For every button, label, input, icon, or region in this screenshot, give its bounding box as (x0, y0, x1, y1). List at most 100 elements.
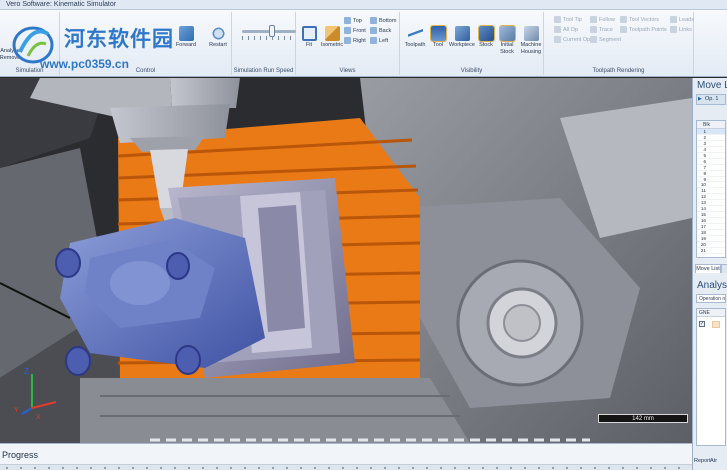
tab-attributes[interactable]: Atr (710, 458, 717, 464)
progress-tick (594, 467, 596, 469)
progress-tick (440, 467, 442, 469)
toolpath-points-icon (620, 26, 627, 33)
tab-move-list[interactable]: Move List (695, 264, 721, 273)
workpiece-button[interactable]: Workpiece (448, 26, 476, 49)
tab-report[interactable]: Report (694, 458, 711, 464)
view-front-button[interactable]: Front (344, 27, 366, 35)
move-list-table: Blk 1 2 3 4 5 6 7 8 9 10 11 12 13 14 15 16 17 18 19 20 21 (696, 120, 726, 258)
analysis-header: GNE (697, 309, 725, 317)
progress-label: Progress (2, 450, 39, 460)
all-op-button[interactable]: All Op (554, 26, 578, 34)
initial-stock-icon (498, 25, 516, 42)
tool-tip-button[interactable]: Tool Tip (554, 16, 582, 24)
workpiece-icon (454, 26, 470, 41)
operation-selector[interactable]: Op. 1 (696, 94, 726, 105)
trace-button[interactable]: Trace (590, 26, 613, 34)
isometric-icon (324, 26, 340, 41)
machine-scene: Z Y X (0, 78, 692, 443)
follow-button[interactable]: Follow (590, 16, 615, 24)
progress-tick (370, 467, 372, 469)
group-label-rendering: Toolpath Rendering (592, 68, 645, 74)
progress-tick (118, 467, 120, 469)
analysis-color-swatch (712, 321, 720, 328)
analysis-checkbox[interactable]: ✓ (699, 321, 705, 327)
progress-tick (398, 467, 400, 469)
tool-vectors-button[interactable]: Tool Vectors (620, 16, 659, 24)
view-right-button[interactable]: Right (344, 37, 366, 45)
scale-bar-label: 142 mm (632, 416, 654, 422)
machine-housing-icon (523, 26, 539, 41)
progress-track (0, 464, 692, 470)
progress-tick (496, 467, 498, 469)
toolpath-button[interactable]: Toolpath (402, 26, 428, 49)
title-bar: Vero Software: Kinematic Simulator (0, 0, 727, 10)
progress-tick (160, 467, 162, 469)
toolpath-points-button[interactable]: Toolpath Points (620, 26, 667, 34)
progress-tick (272, 467, 274, 469)
view-left-button[interactable]: Left (370, 37, 388, 45)
forward-button[interactable]: Forward (172, 26, 200, 49)
progress-tick (6, 467, 8, 469)
fit-button[interactable]: Fit (298, 26, 320, 49)
links-button[interactable]: Links (670, 26, 692, 34)
ribbon-group-speed: Simulation Run Speed (232, 12, 296, 75)
progress-tick (384, 467, 386, 469)
initial-stock-button[interactable]: Initial Stock (496, 25, 518, 56)
progress-tick (524, 467, 526, 469)
progress-tick (412, 467, 414, 469)
leads-button[interactable]: Leads (670, 16, 694, 24)
progress-tick (300, 467, 302, 469)
stock-button[interactable]: Stock (476, 25, 496, 49)
simulation-viewport[interactable]: Z Y X 142 mm (0, 78, 692, 443)
stock-icon (477, 25, 495, 42)
progress-tick (230, 467, 232, 469)
leads-icon (670, 16, 677, 23)
progress-tick (622, 467, 624, 469)
view-top-icon (344, 17, 351, 24)
progress-tick (426, 467, 428, 469)
progress-tick (146, 467, 148, 469)
restart-button[interactable]: Restart (204, 26, 232, 49)
all-op-icon (554, 26, 561, 33)
operation-number-field[interactable]: Operation nu (696, 294, 726, 303)
progress-tick (468, 467, 470, 469)
tool-button[interactable]: Tool (428, 25, 448, 49)
current-op-button[interactable]: Current Op (554, 36, 590, 44)
machine-housing-button[interactable]: Machine Housing (518, 26, 544, 56)
progress-tick (328, 467, 330, 469)
progress-tick (244, 467, 246, 469)
current-op-icon (554, 36, 561, 43)
progress-tick (356, 467, 358, 469)
view-bottom-button[interactable]: Bottom (370, 17, 396, 25)
trace-icon (590, 26, 597, 33)
triad-label-z: Z (24, 367, 29, 376)
progress-tick (188, 467, 190, 469)
tool-tip-icon (554, 16, 561, 23)
toolpath-icon (407, 26, 423, 41)
speed-slider-thumb[interactable] (268, 25, 275, 37)
progress-tick (48, 467, 50, 469)
forward-icon (178, 26, 194, 41)
tool-icon (429, 25, 447, 42)
kinematic-simulator-window: Vero Software: Kinematic Simulator Analy… (0, 0, 727, 470)
segment-button[interactable]: Segment (590, 36, 621, 44)
tab-secondary[interactable] (721, 264, 727, 273)
triad-label-x: X (36, 414, 41, 421)
watermark-title: 河东软件园 (64, 28, 174, 51)
progress-tick (678, 467, 680, 469)
view-top-button[interactable]: Top (344, 17, 362, 25)
move-list-row[interactable]: 21 (697, 248, 725, 254)
progress-tick (286, 467, 288, 469)
progress-tick (314, 467, 316, 469)
view-right-icon (344, 37, 351, 44)
view-back-icon (370, 27, 377, 34)
progress-tick (510, 467, 512, 469)
group-label-visibility: Visibility (460, 68, 483, 74)
progress-tick (104, 467, 106, 469)
progress-tick (482, 467, 484, 469)
isometric-button[interactable]: Isometric (320, 26, 344, 49)
progress-tick (552, 467, 554, 469)
analysis-table: GNE ✓ (696, 308, 726, 446)
view-back-button[interactable]: Back (370, 27, 391, 35)
progress-tick (566, 467, 568, 469)
